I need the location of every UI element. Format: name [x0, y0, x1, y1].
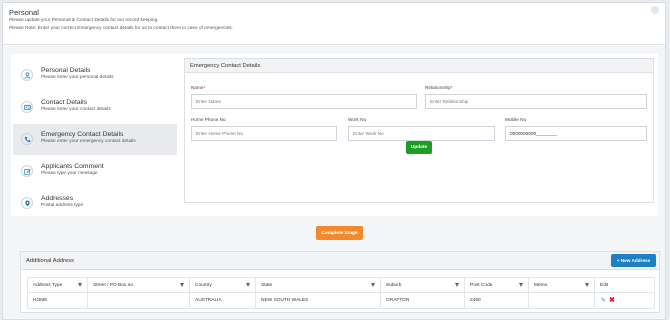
- page-title: Personal: [9, 8, 39, 17]
- relationship-input[interactable]: [425, 94, 647, 109]
- form-title: Emergency Contact Details: [185, 59, 653, 73]
- column-header-label: Memo: [534, 283, 548, 288]
- work-no-label: Work No: [348, 117, 367, 122]
- table-row: HOME AUSTRALIA NEW SOUTH WALES GRAFTON 2…: [27, 293, 655, 309]
- column-header-label: Post Code: [470, 283, 493, 288]
- mobile-no-label: Mobile No: [505, 117, 527, 122]
- emergency-contact-form: Emergency Contact Details Name* Relation…: [184, 58, 654, 203]
- cell-memo: [529, 293, 595, 308]
- address-table: Address Type Street / PO Box no Country …: [27, 277, 655, 309]
- page-container: Personal Please update your Personal & C…: [2, 2, 666, 320]
- work-no-input[interactable]: [348, 126, 495, 141]
- column-header-label: Country: [195, 283, 212, 288]
- edit-icon: [21, 165, 33, 177]
- filter-icon[interactable]: [78, 283, 82, 287]
- nav-label: Emergency Contact Details: [41, 131, 124, 138]
- header-description-2: Please Note: Enter your correct Emergenc…: [9, 25, 233, 31]
- cell-address-type: HOME: [27, 293, 88, 308]
- user-icon: [21, 69, 33, 81]
- filter-icon[interactable]: [180, 283, 184, 287]
- mobile-no-input[interactable]: [505, 126, 647, 141]
- update-button[interactable]: Update: [406, 141, 432, 154]
- delete-icon[interactable]: ✖: [609, 293, 615, 308]
- nav-item-emergency-contact-details[interactable]: Emergency Contact Details Please enter y…: [13, 124, 177, 155]
- page-header: Personal Please update your Personal & C…: [3, 3, 665, 45]
- new-address-button[interactable]: + New Address: [611, 254, 656, 267]
- column-header-edit: Edit: [595, 278, 655, 292]
- column-header-state[interactable]: State: [256, 278, 381, 292]
- required-mark: *: [450, 85, 453, 90]
- name-label: Name*: [191, 85, 205, 90]
- column-header-label: State: [261, 283, 273, 288]
- cell-suburb: GRAFTON: [381, 293, 465, 308]
- cell-country: AUSTRALIA: [190, 293, 256, 308]
- column-header-label: Street / PO Box no: [93, 283, 133, 288]
- nav-item-contact-details[interactable]: Contact Details Please enter your contac…: [13, 92, 177, 123]
- home-phone-input[interactable]: [191, 126, 337, 141]
- column-header-street[interactable]: Street / PO Box no: [88, 278, 190, 292]
- main-area: Personal Details Please enter your perso…: [3, 46, 665, 319]
- relationship-label-text: Relationship: [425, 85, 451, 90]
- name-label-text: Name: [191, 85, 204, 90]
- cell-state: NEW SOUTH WALES: [256, 293, 381, 308]
- header-description-1: Please update your Personal & Contact De…: [9, 18, 159, 23]
- column-header-country[interactable]: Country: [190, 278, 256, 292]
- nav-item-applicants-comment[interactable]: Applicants Comment Please type your mess…: [13, 156, 177, 187]
- nav-label: Personal Details: [41, 67, 91, 74]
- additional-address-panel: Additional Address + New Address Address…: [20, 251, 660, 313]
- name-input[interactable]: [191, 94, 417, 109]
- nav-label: Applicants Comment: [41, 163, 104, 170]
- cell-street: [88, 293, 190, 308]
- nav-item-addresses[interactable]: Addresses Postal address type: [13, 188, 177, 219]
- column-header-label: Suburb: [386, 283, 402, 288]
- filter-icon[interactable]: [585, 283, 589, 287]
- nav-label: Addresses: [41, 195, 74, 202]
- filter-icon[interactable]: [455, 283, 459, 287]
- nav-item-personal-details[interactable]: Personal Details Please enter your perso…: [13, 60, 177, 91]
- section-nav: Personal Details Please enter your perso…: [13, 60, 177, 220]
- column-header-address-type[interactable]: Address Type: [27, 278, 88, 292]
- column-header-memo[interactable]: Memo: [529, 278, 595, 292]
- relationship-label: Relationship*: [425, 85, 453, 90]
- location-pin-icon: [21, 197, 33, 209]
- nav-label: Contact Details: [41, 99, 88, 106]
- table-header-row: Address Type Street / PO Box no Country …: [27, 277, 655, 293]
- cell-post-code: 2460: [465, 293, 529, 308]
- nav-sublabel: Please type your message: [41, 171, 98, 176]
- nav-sublabel: Please enter your personal details: [41, 75, 114, 80]
- filter-icon[interactable]: [246, 283, 250, 287]
- phone-icon: [21, 133, 33, 145]
- nav-sublabel: Postal address type: [41, 203, 84, 208]
- details-card: Personal Details Please enter your perso…: [11, 54, 658, 216]
- cell-edit-actions: ✎ ✖: [595, 293, 655, 308]
- column-header-post-code[interactable]: Post Code: [465, 278, 529, 292]
- complete-stage-button[interactable]: Complete Stage: [316, 226, 363, 240]
- id-card-icon: [21, 101, 33, 113]
- column-header-suburb[interactable]: Suburb: [381, 278, 465, 292]
- column-header-label: Address Type: [33, 283, 63, 288]
- filter-icon[interactable]: [519, 283, 523, 287]
- additional-address-header: Additional Address + New Address: [21, 252, 659, 270]
- nav-sublabel: Please enter your emergency contact deta…: [41, 139, 136, 144]
- required-mark: *: [203, 85, 206, 90]
- filter-icon[interactable]: [371, 283, 375, 287]
- edit-icon[interactable]: ✎: [601, 293, 606, 308]
- nav-sublabel: Please enter your contact details: [41, 107, 111, 112]
- home-phone-label: Home Phone No: [191, 117, 226, 122]
- additional-address-title: Additional Address: [26, 258, 75, 264]
